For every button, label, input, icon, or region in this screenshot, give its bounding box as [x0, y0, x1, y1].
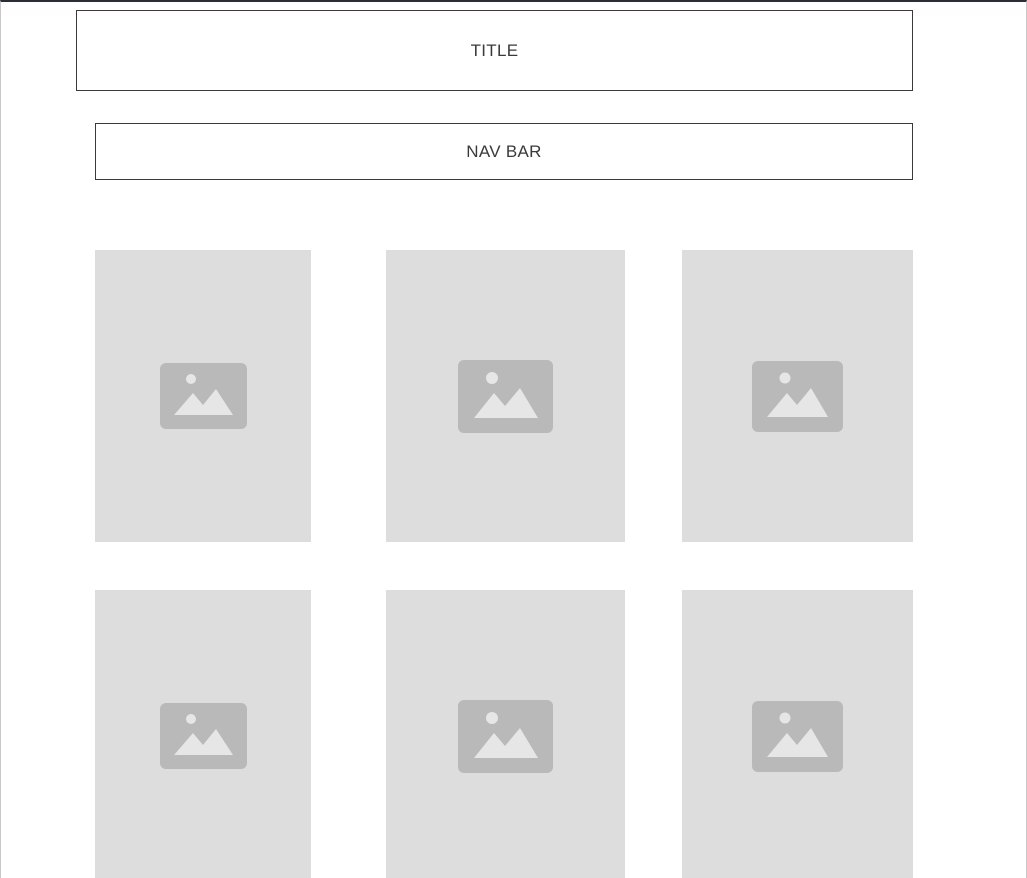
wireframe-page: TITLE NAV BAR	[0, 0, 1027, 878]
image-placeholder-icon	[159, 363, 247, 429]
nav-bar[interactable]: NAV BAR	[95, 123, 913, 180]
image-placeholder-icon	[458, 699, 553, 773]
image-placeholder-icon	[752, 700, 843, 772]
image-placeholder	[386, 250, 625, 542]
image-placeholder	[682, 250, 913, 542]
image-placeholder-icon	[458, 359, 553, 433]
image-placeholder-icon	[752, 360, 843, 432]
image-placeholder	[682, 590, 913, 878]
image-placeholder-icon	[159, 703, 247, 769]
image-placeholder	[95, 250, 311, 542]
nav-bar-label: NAV BAR	[466, 141, 542, 161]
image-placeholder	[386, 590, 625, 878]
image-placeholder	[95, 590, 311, 878]
page-title: TITLE	[470, 40, 519, 60]
title-box: TITLE	[76, 10, 913, 91]
